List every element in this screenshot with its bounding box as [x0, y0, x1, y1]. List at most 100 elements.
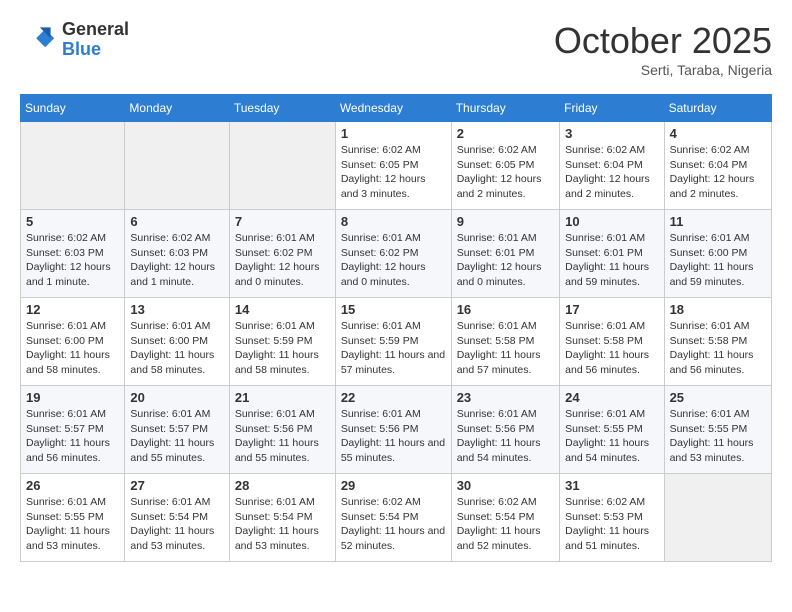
page-header: General Blue October 2025 Serti, Taraba,…	[20, 20, 772, 78]
calendar-cell: 27Sunrise: 6:01 AMSunset: 5:54 PMDayligh…	[125, 474, 229, 562]
calendar-cell: 18Sunrise: 6:01 AMSunset: 5:58 PMDayligh…	[664, 298, 771, 386]
weekday-header-saturday: Saturday	[664, 95, 771, 122]
calendar-cell: 29 Sunrise: 6:02 AMSunset: 5:54 PMDayligh…	[335, 474, 451, 562]
day-number: 8	[341, 214, 446, 229]
calendar-week-row: 26 Sunrise: 6:01 AMSunset: 5:55 PMDayligh…	[21, 474, 772, 562]
calendar-cell: 20 Sunrise: 6:01 AMSunset: 5:57 PMDayligh…	[125, 386, 229, 474]
calendar-header: SundayMondayTuesdayWednesdayThursdayFrid…	[21, 95, 772, 122]
calendar-cell: 3 Sunrise: 6:02 AMSunset: 6:04 PMDaylight…	[560, 122, 664, 210]
weekday-header-monday: Monday	[125, 95, 229, 122]
day-number: 16	[457, 302, 554, 317]
calendar-cell	[229, 122, 335, 210]
weekday-header-friday: Friday	[560, 95, 664, 122]
day-info: Sunrise: 6:01 AMSunset: 6:00 PMDaylight:…	[670, 231, 766, 290]
day-number: 3	[565, 126, 658, 141]
day-number: 26	[26, 478, 119, 493]
calendar-cell: 28Sunrise: 6:01 AMSunset: 5:54 PMDayligh…	[229, 474, 335, 562]
calendar-cell: 15 Sunrise: 6:01 AMSunset: 5:59 PMDayligh…	[335, 298, 451, 386]
weekday-header-tuesday: Tuesday	[229, 95, 335, 122]
calendar-cell: 31 Sunrise: 6:02 AMSunset: 5:53 PMDayligh…	[560, 474, 664, 562]
calendar-cell: 4Sunrise: 6:02 AMSunset: 6:04 PMDaylight…	[664, 122, 771, 210]
weekday-header-wednesday: Wednesday	[335, 95, 451, 122]
calendar-cell: 10Sunrise: 6:01 AMSunset: 6:01 PMDayligh…	[560, 210, 664, 298]
day-info: Sunrise: 6:01 AMSunset: 5:55 PMDaylight:…	[670, 407, 766, 466]
day-info: Sunrise: 6:01 AMSunset: 5:56 PMDaylight:…	[235, 407, 330, 466]
calendar-cell: 9Sunrise: 6:01 AMSunset: 6:01 PMDaylight…	[451, 210, 559, 298]
day-number: 30	[457, 478, 554, 493]
calendar-cell: 6Sunrise: 6:02 AMSunset: 6:03 PMDaylight…	[125, 210, 229, 298]
day-info: Sunrise: 6:02 AMSunset: 6:03 PMDaylight:…	[130, 231, 223, 290]
logo-blue-text: Blue	[62, 40, 129, 60]
day-info: Sunrise: 6:01 AMSunset: 5:55 PMDaylight:…	[26, 495, 119, 554]
calendar-week-row: 12 Sunrise: 6:01 AMSunset: 6:00 PMDayligh…	[21, 298, 772, 386]
calendar-cell: 12Sunrise: 6:01 AMSunset: 6:00 PMDayligh…	[21, 298, 125, 386]
calendar-week-row: 19 Sunrise: 6:01 AMSunset: 5:57 PMDayligh…	[21, 386, 772, 474]
day-number: 21	[235, 390, 330, 405]
weekday-header-thursday: Thursday	[451, 95, 559, 122]
day-info: Sunrise: 6:01 AMSunset: 5:59 PMDaylight:…	[341, 319, 446, 378]
day-number: 2	[457, 126, 554, 141]
calendar-cell: 11 Sunrise: 6:01 AMSunset: 6:00 PMDayligh…	[664, 210, 771, 298]
day-info: Sunrise: 6:02 AMSunset: 6:03 PMDaylight:…	[26, 231, 119, 290]
location-subtitle: Serti, Taraba, Nigeria	[554, 62, 772, 78]
day-number: 14	[235, 302, 330, 317]
logo: General Blue	[20, 20, 129, 60]
day-info: Sunrise: 6:01 AMSunset: 5:56 PMDaylight:…	[457, 407, 554, 466]
day-info: Sunrise: 6:01 AMSunset: 5:54 PMDaylight:…	[235, 495, 330, 554]
day-info: Sunrise: 6:01 AMSunset: 5:55 PMDaylight:…	[565, 407, 658, 466]
day-info: Sunrise: 6:01 AMSunset: 6:00 PMDaylight:…	[130, 319, 223, 378]
day-info: Sunrise: 6:01 AMSunset: 5:57 PMDaylight:…	[26, 407, 119, 466]
calendar-cell: 23 Sunrise: 6:01 AMSunset: 5:56 PMDayligh…	[451, 386, 559, 474]
calendar-cell: 24Sunrise: 6:01 AMSunset: 5:55 PMDayligh…	[560, 386, 664, 474]
day-number: 23	[457, 390, 554, 405]
day-number: 7	[235, 214, 330, 229]
day-info: Sunrise: 6:01 AMSunset: 5:59 PMDaylight:…	[235, 319, 330, 378]
day-info: Sunrise: 6:01 AMSunset: 5:56 PMDaylight:…	[341, 407, 446, 466]
day-info: Sunrise: 6:02 AMSunset: 5:54 PMDaylight:…	[457, 495, 554, 554]
day-info: Sunrise: 6:01 AMSunset: 5:58 PMDaylight:…	[457, 319, 554, 378]
calendar-cell: 17 Sunrise: 6:01 AMSunset: 5:58 PMDayligh…	[560, 298, 664, 386]
day-number: 18	[670, 302, 766, 317]
day-number: 4	[670, 126, 766, 141]
weekday-header-row: SundayMondayTuesdayWednesdayThursdayFrid…	[21, 95, 772, 122]
month-title: October 2025	[554, 20, 772, 62]
day-number: 13	[130, 302, 223, 317]
day-info: Sunrise: 6:01 AMSunset: 5:57 PMDaylight:…	[130, 407, 223, 466]
day-info: Sunrise: 6:02 AMSunset: 5:53 PMDaylight:…	[565, 495, 658, 554]
day-info: Sunrise: 6:01 AMSunset: 6:02 PMDaylight:…	[235, 231, 330, 290]
day-info: Sunrise: 6:02 AMSunset: 6:05 PMDaylight:…	[457, 143, 554, 202]
logo-general-text: General	[62, 20, 129, 40]
day-number: 19	[26, 390, 119, 405]
day-number: 31	[565, 478, 658, 493]
day-number: 15	[341, 302, 446, 317]
title-block: October 2025 Serti, Taraba, Nigeria	[554, 20, 772, 78]
day-number: 11	[670, 214, 766, 229]
calendar-cell: 8 Sunrise: 6:01 AMSunset: 6:02 PMDaylight…	[335, 210, 451, 298]
calendar-cell: 1 Sunrise: 6:02 AMSunset: 6:05 PMDaylight…	[335, 122, 451, 210]
day-number: 17	[565, 302, 658, 317]
calendar-cell: 7 Sunrise: 6:01 AMSunset: 6:02 PMDaylight…	[229, 210, 335, 298]
day-info: Sunrise: 6:01 AMSunset: 6:02 PMDaylight:…	[341, 231, 446, 290]
calendar-cell	[125, 122, 229, 210]
day-number: 9	[457, 214, 554, 229]
day-number: 29	[341, 478, 446, 493]
calendar-cell: 13 Sunrise: 6:01 AMSunset: 6:00 PMDayligh…	[125, 298, 229, 386]
day-info: Sunrise: 6:02 AMSunset: 6:05 PMDaylight:…	[341, 143, 446, 202]
calendar-table: SundayMondayTuesdayWednesdayThursdayFrid…	[20, 94, 772, 562]
day-number: 1	[341, 126, 446, 141]
calendar-week-row: 1 Sunrise: 6:02 AMSunset: 6:05 PMDaylight…	[21, 122, 772, 210]
day-info: Sunrise: 6:01 AMSunset: 5:58 PMDaylight:…	[565, 319, 658, 378]
day-number: 12	[26, 302, 119, 317]
calendar-body: 1 Sunrise: 6:02 AMSunset: 6:05 PMDaylight…	[21, 122, 772, 562]
day-info: Sunrise: 6:02 AMSunset: 6:04 PMDaylight:…	[565, 143, 658, 202]
calendar-cell: 30 Sunrise: 6:02 AMSunset: 5:54 PMDayligh…	[451, 474, 559, 562]
calendar-cell: 19 Sunrise: 6:01 AMSunset: 5:57 PMDayligh…	[21, 386, 125, 474]
day-info: Sunrise: 6:02 AMSunset: 5:54 PMDaylight:…	[341, 495, 446, 554]
calendar-cell: 5 Sunrise: 6:02 AMSunset: 6:03 PMDaylight…	[21, 210, 125, 298]
calendar-cell: 21 Sunrise: 6:01 AMSunset: 5:56 PMDayligh…	[229, 386, 335, 474]
day-number: 20	[130, 390, 223, 405]
calendar-cell: 14 Sunrise: 6:01 AMSunset: 5:59 PMDayligh…	[229, 298, 335, 386]
day-number: 10	[565, 214, 658, 229]
calendar-cell: 25Sunrise: 6:01 AMSunset: 5:55 PMDayligh…	[664, 386, 771, 474]
day-number: 5	[26, 214, 119, 229]
